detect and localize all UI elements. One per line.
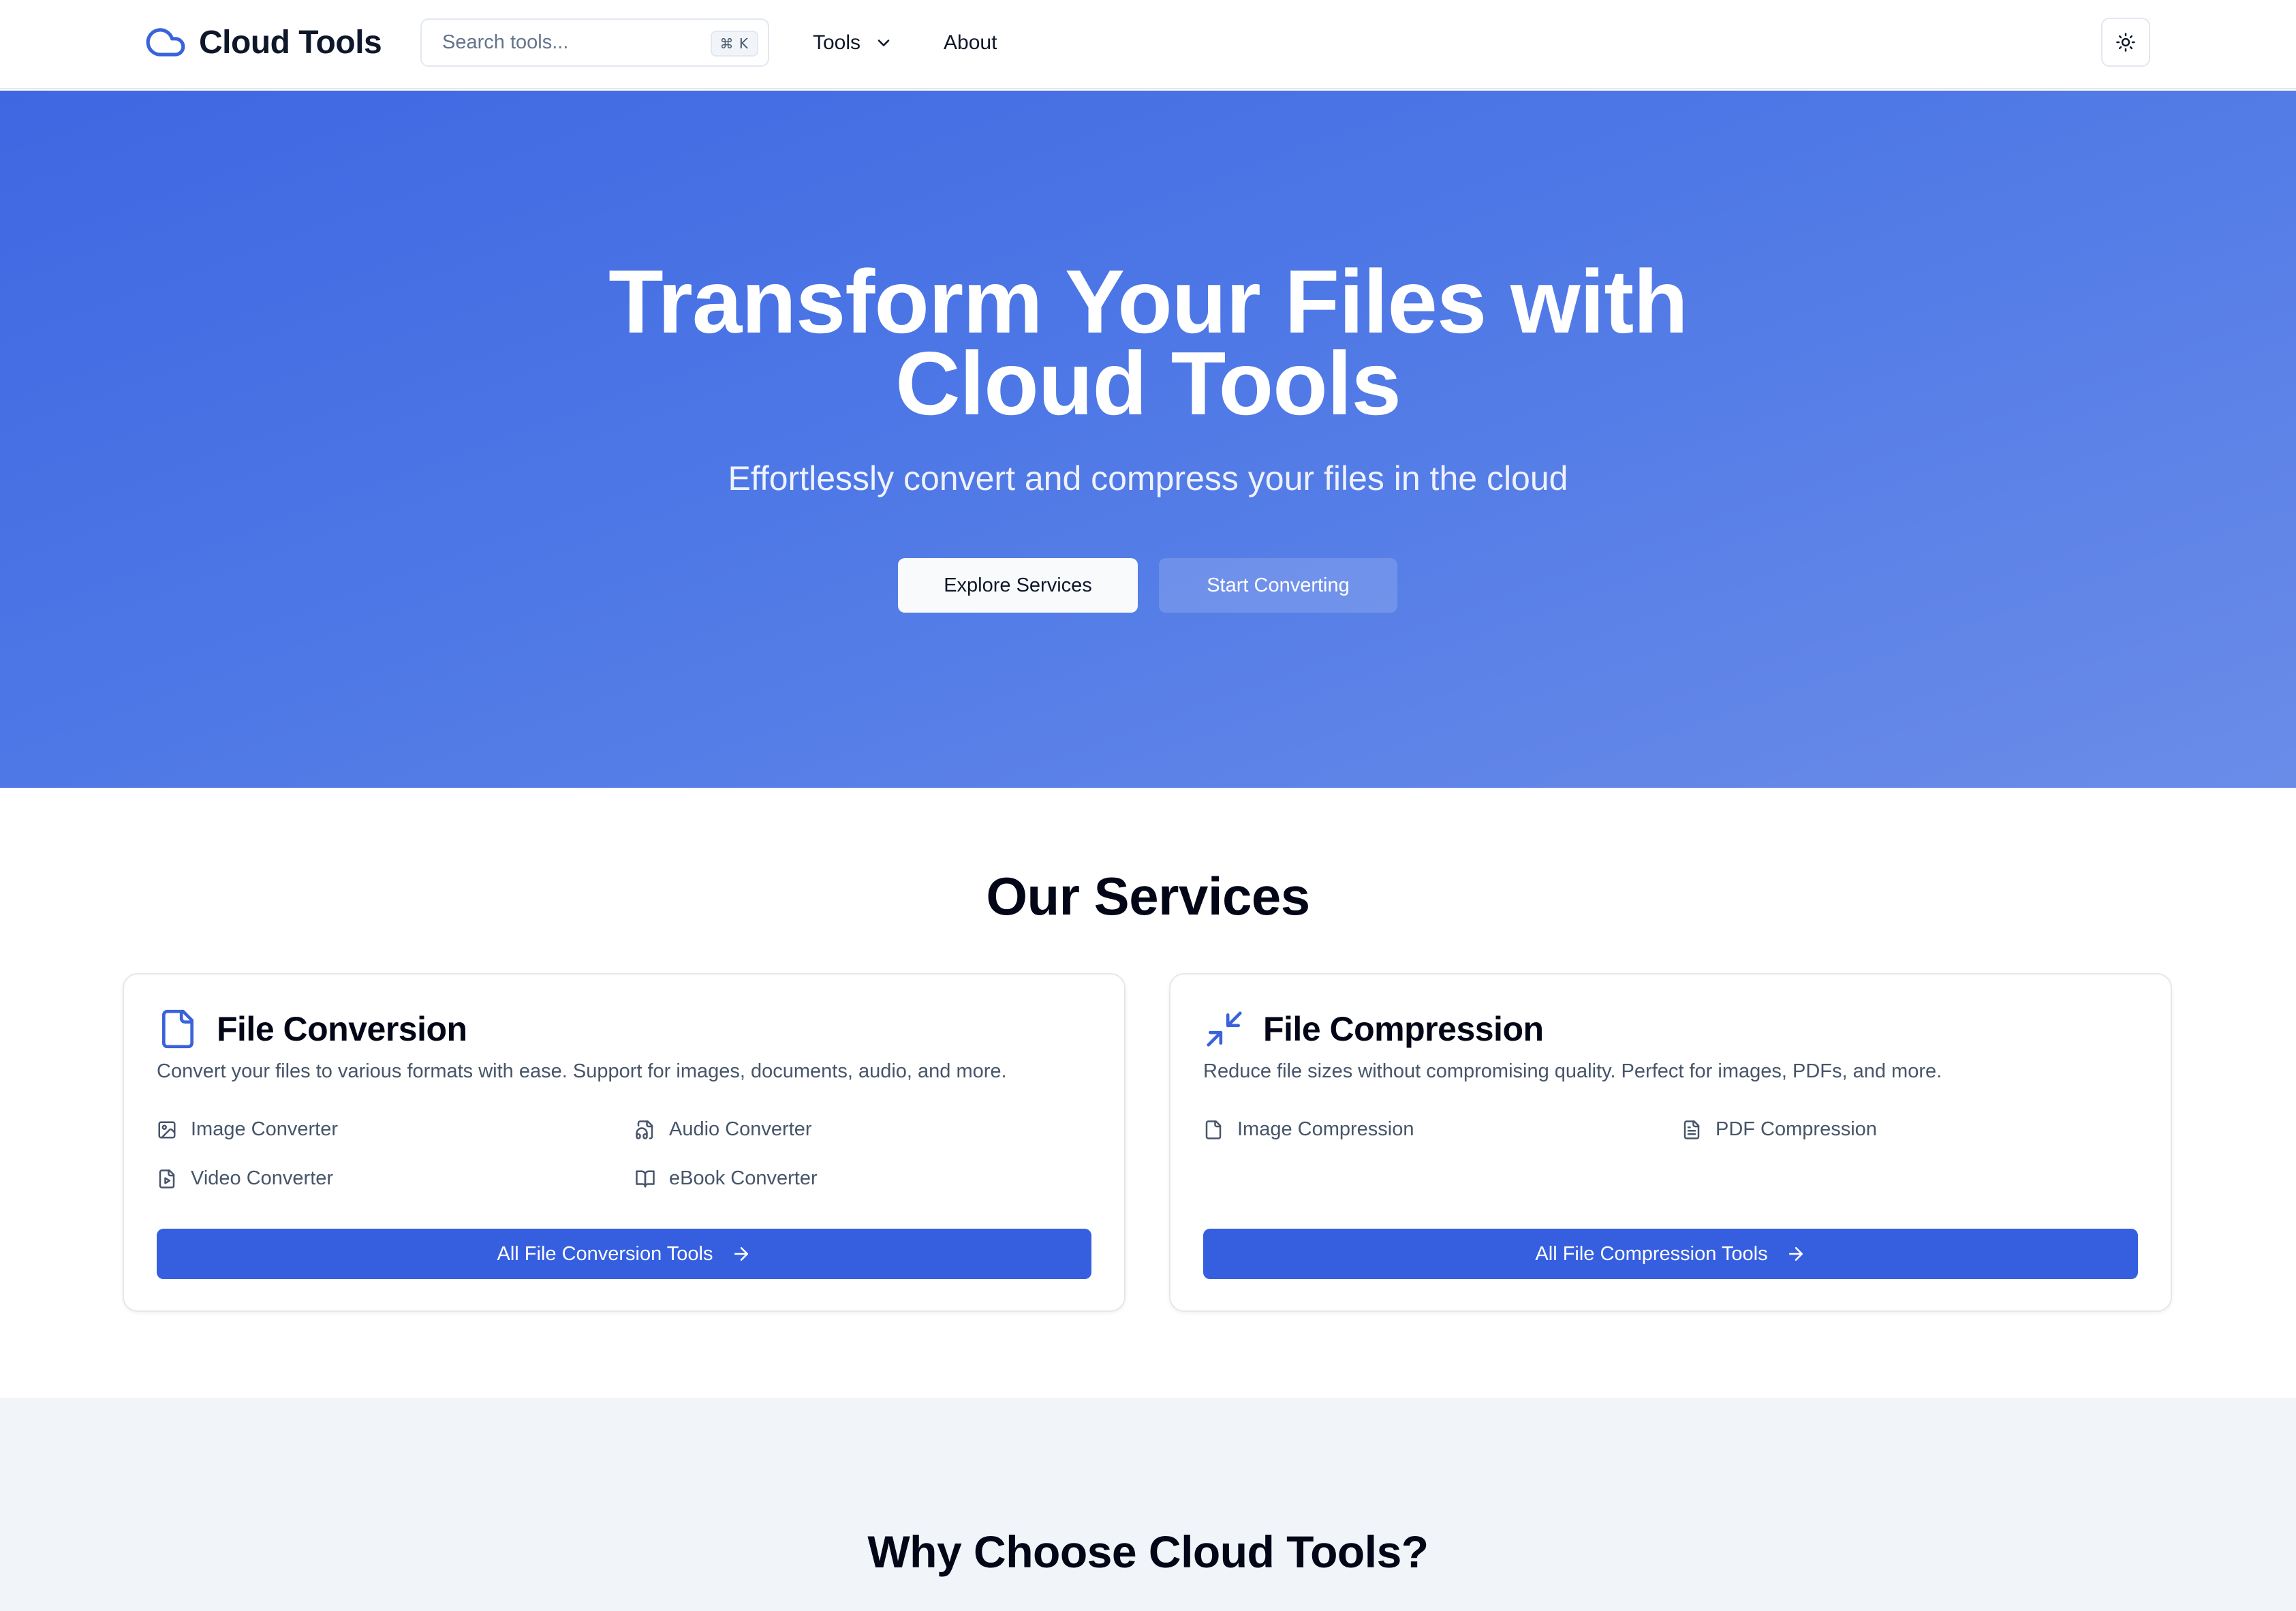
tools-dropdown[interactable]: Tools <box>813 26 893 60</box>
why-choose-section: Why Choose Cloud Tools? <box>0 1398 2296 1611</box>
explore-services-button[interactable]: Explore Services <box>898 558 1138 613</box>
audio-converter-label: Audio Converter <box>669 1118 812 1140</box>
file-text-icon <box>1684 1120 1700 1139</box>
chevron-down-icon <box>878 40 890 46</box>
arrow-right-icon <box>734 1247 748 1261</box>
logo-text: Cloud Tools <box>199 24 382 61</box>
search-input[interactable] <box>442 31 701 54</box>
pdf-compression-label: PDF Compression <box>1716 1118 1877 1140</box>
top-nav-bar: Cloud Tools ⌘ K Tools About <box>0 0 2296 89</box>
file-compression-card-header: File Compression <box>1203 1007 1544 1051</box>
image-compression-label: Image Compression <box>1237 1118 1414 1140</box>
file-conversion-card-header: File Conversion <box>157 1007 467 1051</box>
search-shortcut-badge: ⌘ K <box>710 31 758 57</box>
hero-section: Transform Your Files with Cloud Tools Ef… <box>0 91 2296 788</box>
tools-dropdown-label: Tools <box>813 31 861 54</box>
file-audio-icon <box>636 1120 653 1139</box>
minimize-arrows-icon <box>1207 1011 1242 1047</box>
logo-link[interactable]: Cloud Tools <box>144 20 382 64</box>
file-icon <box>162 1009 193 1049</box>
file-conversion-card: File Conversion Convert your files to va… <box>123 973 1126 1312</box>
file-conversion-description: Convert your files to various formats wi… <box>157 1060 1007 1082</box>
file-icon <box>1205 1120 1222 1139</box>
search-box[interactable]: ⌘ K <box>420 18 769 67</box>
book-open-icon <box>636 1170 655 1187</box>
audio-converter-link[interactable]: Audio Converter <box>635 1118 812 1141</box>
file-compression-description: Reduce file sizes without compromising q… <box>1203 1060 1942 1082</box>
start-converting-button[interactable]: Start Converting <box>1159 558 1397 613</box>
services-heading: Our Services <box>986 866 1310 926</box>
hero-subtitle: Effortlessly convert and compress your f… <box>728 459 1568 497</box>
file-compression-title: File Compression <box>1263 1010 1544 1048</box>
theme-toggle-button[interactable] <box>2101 18 2150 67</box>
image-converter-label: Image Converter <box>191 1118 338 1140</box>
file-conversion-title: File Conversion <box>217 1010 467 1048</box>
all-file-compression-tools-label: All File Compression Tools <box>1535 1242 1768 1265</box>
image-converter-link[interactable]: Image Converter <box>157 1118 338 1141</box>
ebook-converter-label: eBook Converter <box>669 1167 818 1189</box>
sun-icon <box>2116 33 2135 52</box>
hero-title: Transform Your Files with Cloud Tools <box>0 257 2296 429</box>
why-choose-heading: Why Choose Cloud Tools? <box>867 1526 1429 1577</box>
image-compression-link[interactable]: Image Compression <box>1203 1118 1414 1141</box>
arrow-right-icon <box>1788 1247 1803 1261</box>
pdf-compression-link[interactable]: PDF Compression <box>1681 1118 1877 1141</box>
file-compression-card: File Compression Reduce file sizes witho… <box>1169 973 2172 1312</box>
all-file-conversion-tools-button[interactable]: All File Conversion Tools <box>157 1229 1091 1279</box>
all-file-compression-tools-button[interactable]: All File Compression Tools <box>1203 1229 2138 1279</box>
video-converter-link[interactable]: Video Converter <box>157 1167 333 1190</box>
cloud-icon <box>146 28 185 57</box>
video-converter-label: Video Converter <box>191 1167 334 1189</box>
ebook-converter-link[interactable]: eBook Converter <box>635 1167 818 1190</box>
hero-title-line-2: Cloud Tools <box>895 333 1401 433</box>
image-icon <box>158 1121 176 1138</box>
about-link[interactable]: About <box>944 26 997 60</box>
file-video-icon <box>159 1169 175 1188</box>
all-file-conversion-tools-label: All File Conversion Tools <box>497 1242 713 1265</box>
